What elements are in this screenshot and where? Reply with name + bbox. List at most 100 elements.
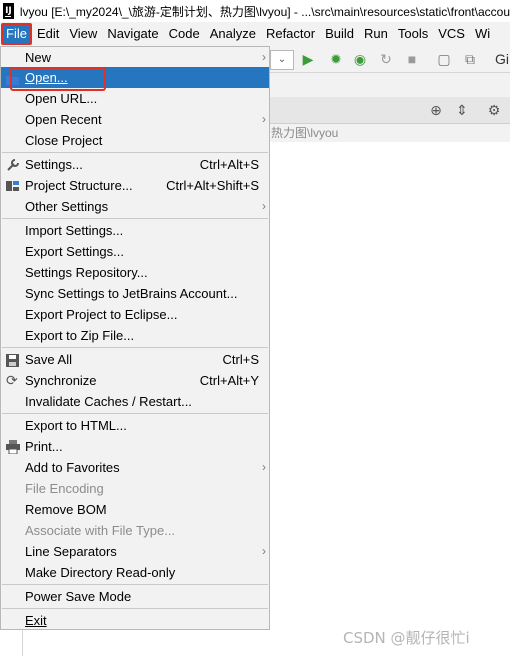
highlight-annotation-box <box>10 67 106 91</box>
run-config-combo[interactable]: ⌄ <box>270 50 294 70</box>
menu-item-export-zip[interactable]: Export to Zip File... <box>1 325 269 346</box>
menu-window[interactable]: Wi <box>470 23 495 45</box>
project-structure-icon[interactable]: ⧉ <box>462 51 478 67</box>
menu-run[interactable]: Run <box>359 23 393 45</box>
menu-item-other-settings-label: Other Settings <box>25 199 109 214</box>
submenu-arrow-icon: › <box>262 112 266 126</box>
menu-item-import-settings[interactable]: Import Settings... <box>1 220 269 241</box>
menu-item-open-url-label: Open URL... <box>25 91 98 106</box>
menu-item-file-encoding-label: File Encoding <box>25 481 104 496</box>
menu-item-export-zip-label: Export to Zip File... <box>25 328 135 343</box>
menu-item-export-settings-label: Export Settings... <box>25 244 124 259</box>
printer-icon <box>6 439 20 455</box>
menu-code[interactable]: Code <box>164 23 205 45</box>
menu-item-make-readonly-label: Make Directory Read-only <box>25 565 176 580</box>
submenu-arrow-icon: › <box>262 199 266 213</box>
menu-item-exit-label: Exit <box>25 613 47 628</box>
menu-edit[interactable]: Edit <box>32 23 64 45</box>
menu-item-line-separators[interactable]: Line Separators › <box>1 541 269 562</box>
debug-icon[interactable]: ✹ <box>328 51 344 67</box>
menu-separator <box>2 413 268 414</box>
profile-icon[interactable]: ↻ <box>378 51 394 67</box>
menu-item-settings-repository[interactable]: Settings Repository... <box>1 262 269 283</box>
submenu-arrow-icon: › <box>262 460 266 474</box>
run-icon[interactable]: ▶ <box>300 51 316 67</box>
shortcut-save-all: Ctrl+S <box>222 352 259 367</box>
window-titlebar: IJ lvyou [E:\_my2024\_\旅游-定制计划、热力图\lvyou… <box>0 0 510 22</box>
menu-item-import-settings-label: Import Settings... <box>25 223 124 238</box>
menu-item-settings[interactable]: Settings... Ctrl+Alt+S <box>1 154 269 175</box>
menu-item-project-structure-label: Project Structure... <box>25 178 133 193</box>
gear-icon[interactable]: ⚙ <box>486 102 502 118</box>
menu-item-add-favorites-label: Add to Favorites <box>25 460 120 475</box>
coverage-icon[interactable]: ◉ <box>352 51 368 67</box>
refresh-icon: ⟳ <box>6 372 18 388</box>
menu-item-settings-repository-label: Settings Repository... <box>25 265 148 280</box>
menu-item-sync-settings-label: Sync Settings to JetBrains Account... <box>25 286 238 301</box>
menu-item-export-html-label: Export to HTML... <box>25 418 127 433</box>
menu-file[interactable]: File <box>1 23 32 45</box>
submenu-arrow-icon: › <box>262 50 266 64</box>
menu-item-export-settings[interactable]: Export Settings... <box>1 241 269 262</box>
menu-item-close-project-label: Close Project <box>25 133 103 148</box>
menu-separator <box>2 152 268 153</box>
locate-icon[interactable]: ⊕ <box>428 102 444 118</box>
menubar: File Edit View Navigate Code Analyze Ref… <box>0 22 510 46</box>
menu-item-exit[interactable]: Exit <box>1 610 269 631</box>
menu-item-save-all-label: Save All <box>25 352 72 367</box>
menu-item-export-html[interactable]: Export to HTML... <box>1 415 269 436</box>
watermark: CSDN @靓仔很忙i <box>343 629 470 647</box>
menu-item-new[interactable]: New › <box>1 47 269 68</box>
submenu-arrow-icon: › <box>262 544 266 558</box>
menu-item-invalidate-caches-label: Invalidate Caches / Restart... <box>25 394 192 409</box>
menu-item-line-separators-label: Line Separators <box>25 544 117 559</box>
menu-item-other-settings[interactable]: Other Settings › <box>1 196 269 217</box>
menu-item-export-eclipse[interactable]: Export Project to Eclipse... <box>1 304 269 325</box>
menu-item-close-project[interactable]: Close Project <box>1 130 269 151</box>
project-structure-icon <box>6 178 20 192</box>
menu-item-export-eclipse-label: Export Project to Eclipse... <box>25 307 178 322</box>
menu-refactor[interactable]: Refactor <box>261 23 320 45</box>
collapse-all-icon[interactable]: ⇕ <box>454 102 470 118</box>
shortcut-synchronize: Ctrl+Alt+Y <box>199 373 259 388</box>
menu-item-power-save-label: Power Save Mode <box>25 589 132 604</box>
menu-item-open-url[interactable]: Open URL... <box>1 88 269 109</box>
menu-separator <box>2 584 268 585</box>
menu-item-open-recent-label: Open Recent <box>25 112 102 127</box>
menu-item-remove-bom[interactable]: Remove BOM <box>1 499 269 520</box>
project-panel-header: ⊕ ⇕ ⚙ <box>270 97 510 124</box>
menu-item-sync-settings[interactable]: Sync Settings to JetBrains Account... <box>1 283 269 304</box>
menu-view[interactable]: View <box>64 23 102 45</box>
menu-item-synchronize[interactable]: ⟳ Synchronize Ctrl+Alt+Y <box>1 370 269 391</box>
menu-item-add-favorites[interactable]: Add to Favorites › <box>1 457 269 478</box>
menu-item-save-all[interactable]: Save All Ctrl+S <box>1 349 269 370</box>
stop-icon[interactable]: ■ <box>404 51 420 67</box>
menu-item-file-encoding: File Encoding <box>1 478 269 499</box>
menu-navigate[interactable]: Navigate <box>102 23 163 45</box>
menu-item-make-readonly[interactable]: Make Directory Read-only <box>1 562 269 583</box>
save-icon <box>6 352 20 367</box>
menu-separator <box>2 218 268 219</box>
menu-item-associate-label: Associate with File Type... <box>25 523 176 538</box>
menu-item-new-label: New <box>25 50 52 65</box>
shortcut-settings: Ctrl+Alt+S <box>199 157 259 172</box>
git-label[interactable]: Gi <box>492 51 510 67</box>
file-menu-dropdown: New › Open... Open URL... Open Recent › … <box>0 46 270 630</box>
build-project-icon[interactable]: ▢ <box>436 51 452 67</box>
window-title: lvyou [E:\_my2024\_\旅游-定制计划、热力图\lvyou] -… <box>19 4 510 19</box>
menu-item-associate-file-type: Associate with File Type... <box>1 520 269 541</box>
menu-tools[interactable]: Tools <box>393 23 433 45</box>
menu-item-print-label: Print... <box>25 439 63 454</box>
menu-item-invalidate-caches[interactable]: Invalidate Caches / Restart... <box>1 391 269 412</box>
menu-build[interactable]: Build <box>320 23 359 45</box>
menu-vcs[interactable]: VCS <box>433 23 470 45</box>
menu-item-open-recent[interactable]: Open Recent › <box>1 109 269 130</box>
project-path: 热力图\lvyou <box>270 124 510 142</box>
menu-analyze[interactable]: Analyze <box>205 23 261 45</box>
menu-item-print[interactable]: Print... <box>1 436 269 457</box>
menu-separator <box>2 608 268 609</box>
menu-item-remove-bom-label: Remove BOM <box>25 502 107 517</box>
menu-item-power-save[interactable]: Power Save Mode <box>1 586 269 607</box>
menu-separator <box>2 347 268 348</box>
menu-item-project-structure[interactable]: Project Structure... Ctrl+Alt+Shift+S <box>1 175 269 196</box>
